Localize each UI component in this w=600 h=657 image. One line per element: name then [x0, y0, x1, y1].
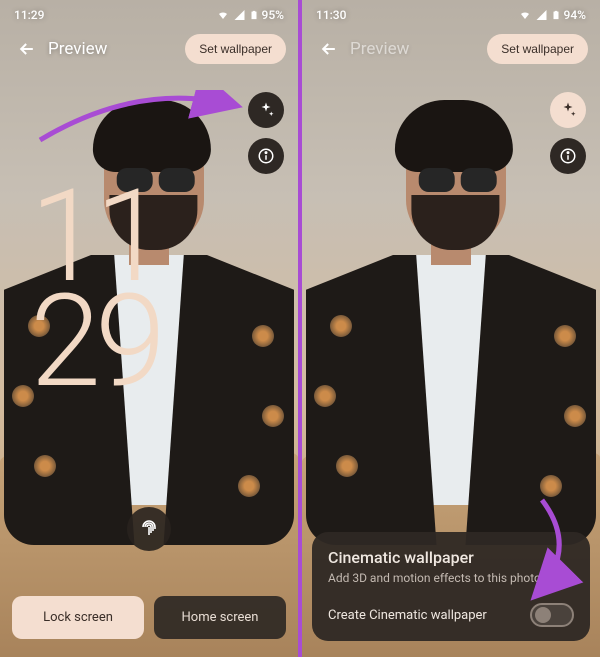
back-button[interactable] [314, 34, 344, 64]
battery-icon [551, 8, 561, 22]
tab-lock-screen[interactable]: Lock screen [12, 596, 144, 639]
status-icons: 95% [216, 8, 284, 22]
battery-icon [249, 8, 259, 22]
effects-button[interactable] [550, 92, 586, 128]
header: Preview Set wallpaper [0, 34, 298, 64]
arrow-left-icon [17, 39, 37, 59]
set-wallpaper-button[interactable]: Set wallpaper [487, 34, 588, 64]
signal-icon [535, 9, 548, 21]
info-button[interactable] [550, 138, 586, 174]
effects-button[interactable] [248, 92, 284, 128]
arrow-left-icon [319, 39, 339, 59]
status-time: 11:29 [14, 8, 44, 22]
toggle-label: Create Cinematic wallpaper [328, 608, 487, 623]
info-icon [559, 147, 577, 165]
status-icons: 94% [518, 8, 586, 22]
header: Preview Set wallpaper [302, 34, 600, 64]
preview-tabs: Lock screen Home screen [12, 596, 286, 639]
info-button[interactable] [248, 138, 284, 174]
page-title: Preview [350, 39, 487, 59]
lock-clock: 11 29 [30, 185, 160, 395]
status-bar: 11:30 94% [302, 0, 600, 30]
panel-title: Cinematic wallpaper [328, 548, 574, 567]
cinematic-toggle[interactable] [530, 603, 574, 627]
info-icon [257, 147, 275, 165]
right-screenshot: 11:30 94% Preview Set wallpaper Cinemati… [302, 0, 600, 657]
status-bar: 11:29 95% [0, 0, 298, 30]
panel-subtitle: Add 3D and motion effects to this photo [328, 571, 574, 585]
wifi-icon [518, 9, 532, 21]
left-screenshot: 11:29 95% Preview Set wallpaper 11 29 Lo… [0, 0, 298, 657]
tab-home-screen[interactable]: Home screen [154, 596, 286, 639]
cinematic-panel: Cinematic wallpaper Add 3D and motion ef… [312, 532, 590, 641]
battery-pct: 95% [262, 8, 284, 22]
status-time: 11:30 [316, 8, 346, 22]
set-wallpaper-button[interactable]: Set wallpaper [185, 34, 286, 64]
page-title: Preview [48, 39, 185, 59]
battery-pct: 94% [564, 8, 586, 22]
fingerprint-button[interactable] [127, 507, 171, 551]
back-button[interactable] [12, 34, 42, 64]
fingerprint-icon [137, 517, 161, 541]
clock-minute: 29 [30, 290, 160, 395]
signal-icon [233, 9, 246, 21]
wifi-icon [216, 9, 230, 21]
sparkle-icon [559, 101, 577, 119]
sparkle-icon [257, 101, 275, 119]
